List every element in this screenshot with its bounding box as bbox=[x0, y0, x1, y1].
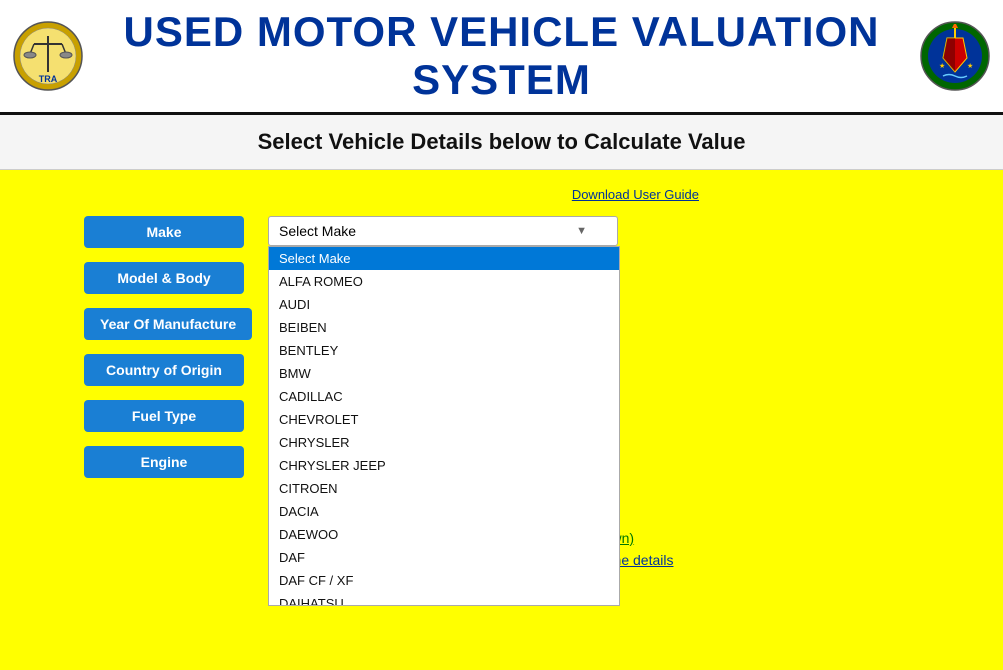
dropdown-item[interactable]: DAEWOO bbox=[269, 523, 619, 546]
fuel-label-button[interactable]: Fuel Type bbox=[84, 400, 244, 432]
country-label-button[interactable]: Country of Origin bbox=[84, 354, 244, 386]
sub-header-text: Select Vehicle Details below to Calculat… bbox=[0, 129, 1003, 155]
tra-logo: TRA bbox=[12, 20, 84, 92]
year-label-button[interactable]: Year Of Manufacture bbox=[84, 308, 252, 340]
dropdown-item[interactable]: DAIHATSU bbox=[269, 592, 619, 606]
dropdown-item[interactable]: CHEVROLET bbox=[269, 408, 619, 431]
engine-label-button[interactable]: Engine bbox=[84, 446, 244, 478]
model-label-button[interactable]: Model & Body bbox=[84, 262, 244, 294]
dropdown-item[interactable]: DAF bbox=[269, 546, 619, 569]
dropdown-item[interactable]: CHRYSLER JEEP bbox=[269, 454, 619, 477]
dropdown-item[interactable]: AUDI bbox=[269, 293, 619, 316]
dropdown-item[interactable]: ALFA ROMEO bbox=[269, 270, 619, 293]
make-dropdown-list[interactable]: Select MakeALFA ROMEOAUDIBEIBENBENTLEYBM… bbox=[268, 246, 620, 606]
tanzania-emblem: ★ ★ bbox=[919, 20, 991, 92]
dropdown-item[interactable]: BENTLEY bbox=[269, 339, 619, 362]
make-dropdown-selected: Select Make bbox=[279, 223, 356, 239]
page-title: USED MOTOR VEHICLE VALUATION SYSTEM bbox=[100, 8, 903, 104]
dropdown-item[interactable]: DAF CF / XF bbox=[269, 569, 619, 592]
dropdown-item[interactable]: BEIBEN bbox=[269, 316, 619, 339]
dropdown-item[interactable]: CHRYSLER bbox=[269, 431, 619, 454]
make-label-button[interactable]: Make bbox=[84, 216, 244, 248]
download-user-guide-link[interactable]: Download User Guide bbox=[572, 187, 699, 202]
make-dropdown-header[interactable]: Select Make ▼ bbox=[268, 216, 618, 246]
svg-text:TRA: TRA bbox=[39, 74, 58, 84]
sub-header: Select Vehicle Details below to Calculat… bbox=[0, 115, 1003, 170]
svg-text:★: ★ bbox=[939, 62, 945, 70]
dropdown-item[interactable]: CITROEN bbox=[269, 477, 619, 500]
form-area: Make Select Make ▼ Select MakeALFA ROMEO… bbox=[24, 216, 979, 478]
make-dropdown-container[interactable]: Select Make ▼ Select MakeALFA ROMEOAUDIB… bbox=[268, 216, 618, 246]
dropdown-item[interactable]: DACIA bbox=[269, 500, 619, 523]
dropdown-item[interactable]: CADILLAC bbox=[269, 385, 619, 408]
dropdown-item[interactable]: BMW bbox=[269, 362, 619, 385]
make-dropdown-scroll[interactable]: Select MakeALFA ROMEOAUDIBEIBENBENTLEYBM… bbox=[269, 247, 619, 606]
dropdown-item[interactable]: Select Make bbox=[269, 247, 619, 270]
svg-text:★: ★ bbox=[967, 62, 973, 70]
main-content: Download User Guide Make Select Make ▼ S… bbox=[0, 170, 1003, 670]
make-row: Make Select Make ▼ Select MakeALFA ROMEO… bbox=[84, 216, 979, 248]
header: TRA USED MOTOR VEHICLE VALUATION SYSTEM … bbox=[0, 0, 1003, 115]
chevron-down-icon: ▼ bbox=[576, 225, 587, 237]
